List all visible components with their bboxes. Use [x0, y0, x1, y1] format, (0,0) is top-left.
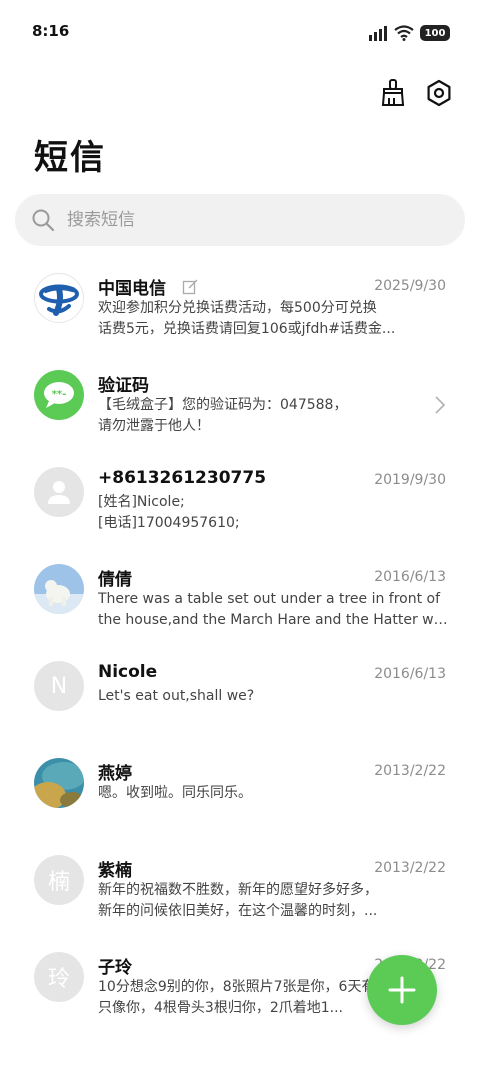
preview-line: 【毛绒盒子】您的验证码为：047588， [98, 397, 348, 413]
conversation-name: 紫楠 [98, 861, 132, 881]
preview-line: 新年的祝福数不胜数，新年的愿望好多好多， [98, 882, 378, 898]
photo-avatar [34, 758, 84, 808]
wifi-icon [394, 25, 414, 41]
search-icon [32, 209, 55, 232]
battery-icon: 100 [420, 25, 450, 41]
preview-line: 新年的问候依旧美好，在这个温馨的时刻，... [98, 903, 378, 919]
conversation-row[interactable]: **- 验证码 【毛绒盒子】您的验证码为：047588， 请勿泄露于他人！ [0, 359, 480, 456]
svg-text:**-: **- [52, 389, 67, 400]
conversation-date: 2025/9/30 [374, 278, 446, 294]
letter-avatar: 玲 [34, 952, 84, 1002]
broom-icon[interactable] [378, 78, 408, 108]
conversation-list: 中国电信 2025/9/30 欢迎参加积分兑换话费活动，每500分可兑换 话费5… [0, 262, 480, 1038]
message-preview: [姓名]Nicole; [电话]17004957610; [98, 492, 448, 534]
top-actions [378, 78, 454, 108]
conversation-name: Nicole [98, 662, 158, 682]
polar-bear-avatar [34, 564, 84, 614]
contact-avatar [34, 467, 84, 517]
message-preview: 新年的祝福数不胜数，新年的愿望好多好多， 新年的问候依旧美好，在这个温馨的时刻，… [98, 880, 448, 922]
message-preview: 嗯。收到啦。同乐同乐。 [98, 783, 448, 804]
chevron-right-icon[interactable] [434, 395, 446, 415]
conversation-date: 2019/9/30 [374, 472, 446, 488]
conversation-name: 中国电信 [98, 279, 166, 299]
message-preview: 【毛绒盒子】您的验证码为：047588， 请勿泄露于他人！ [98, 395, 428, 437]
preview-line: the house,and the March Hare and the Hat… [98, 612, 448, 628]
conversation-row[interactable]: 中国电信 2025/9/30 欢迎参加积分兑换话费活动，每500分可兑换 话费5… [0, 262, 480, 359]
page-title: 短信 [34, 138, 106, 178]
conversation-date: 2013/2/22 [374, 763, 446, 779]
conversation-row[interactable]: 燕婷 2013/2/22 嗯。收到啦。同乐同乐。 [0, 747, 480, 844]
conversation-row[interactable]: +8613261230775 2019/9/30 [姓名]Nicole; [电话… [0, 456, 480, 553]
conversation-name: 验证码 [98, 376, 149, 396]
preview-line: 欢迎参加积分兑换话费活动，每500分可兑换 [98, 300, 377, 316]
conversation-date: 2013/2/22 [374, 860, 446, 876]
preview-line: 话费5元，兑换话费请回复106或jfdh#话费金... [98, 321, 396, 337]
search-bar[interactable] [15, 194, 465, 246]
conversation-row[interactable]: 倩倩 2016/6/13 There was a table set out u… [0, 553, 480, 650]
conversation-name: 倩倩 [98, 570, 132, 590]
letter-avatar: N [34, 661, 84, 711]
plus-icon [388, 976, 416, 1004]
status-bar: 8:16 100 [0, 0, 480, 66]
conversation-row[interactable]: N Nicole 2016/6/13 Let's eat out,shall w… [0, 650, 480, 747]
settings-icon[interactable] [424, 78, 454, 108]
conversation-date: 2016/6/13 [374, 666, 446, 682]
person-icon [48, 481, 70, 504]
preview-line: 嗯。收到啦。同乐同乐。 [98, 785, 252, 801]
conversation-row[interactable]: 楠 紫楠 2013/2/22 新年的祝福数不胜数，新年的愿望好多好多， 新年的问… [0, 844, 480, 941]
conversation-name: 燕婷 [98, 764, 132, 784]
preview-line: [姓名]Nicole; [98, 494, 185, 510]
china-telecom-logo [34, 273, 84, 323]
edit-icon [182, 279, 198, 295]
preview-line: Let's eat out,shall we? [98, 688, 255, 704]
search-input[interactable] [67, 210, 427, 230]
preview-line: 请勿泄露于他人！ [98, 418, 210, 434]
message-preview: 欢迎参加积分兑换话费活动，每500分可兑换 话费5元，兑换话费请回复106或jf… [98, 298, 448, 340]
signal-icon [369, 26, 387, 41]
conversation-date: 2016/6/13 [374, 569, 446, 585]
new-message-button[interactable] [367, 955, 437, 1025]
letter-avatar: 楠 [34, 855, 84, 905]
message-preview: There was a table set out under a tree i… [98, 589, 448, 631]
status-icons: 100 [368, 23, 450, 43]
conversation-name: +8613261230775 [98, 468, 267, 488]
conversation-name: 子玲 [98, 958, 132, 978]
preview-line: There was a table set out under a tree i… [98, 591, 441, 607]
status-time: 8:16 [32, 22, 70, 40]
message-preview: Let's eat out,shall we? [98, 686, 448, 707]
preview-line: [电话]17004957610; [98, 515, 240, 531]
message-bubble-icon: **- [34, 370, 84, 420]
